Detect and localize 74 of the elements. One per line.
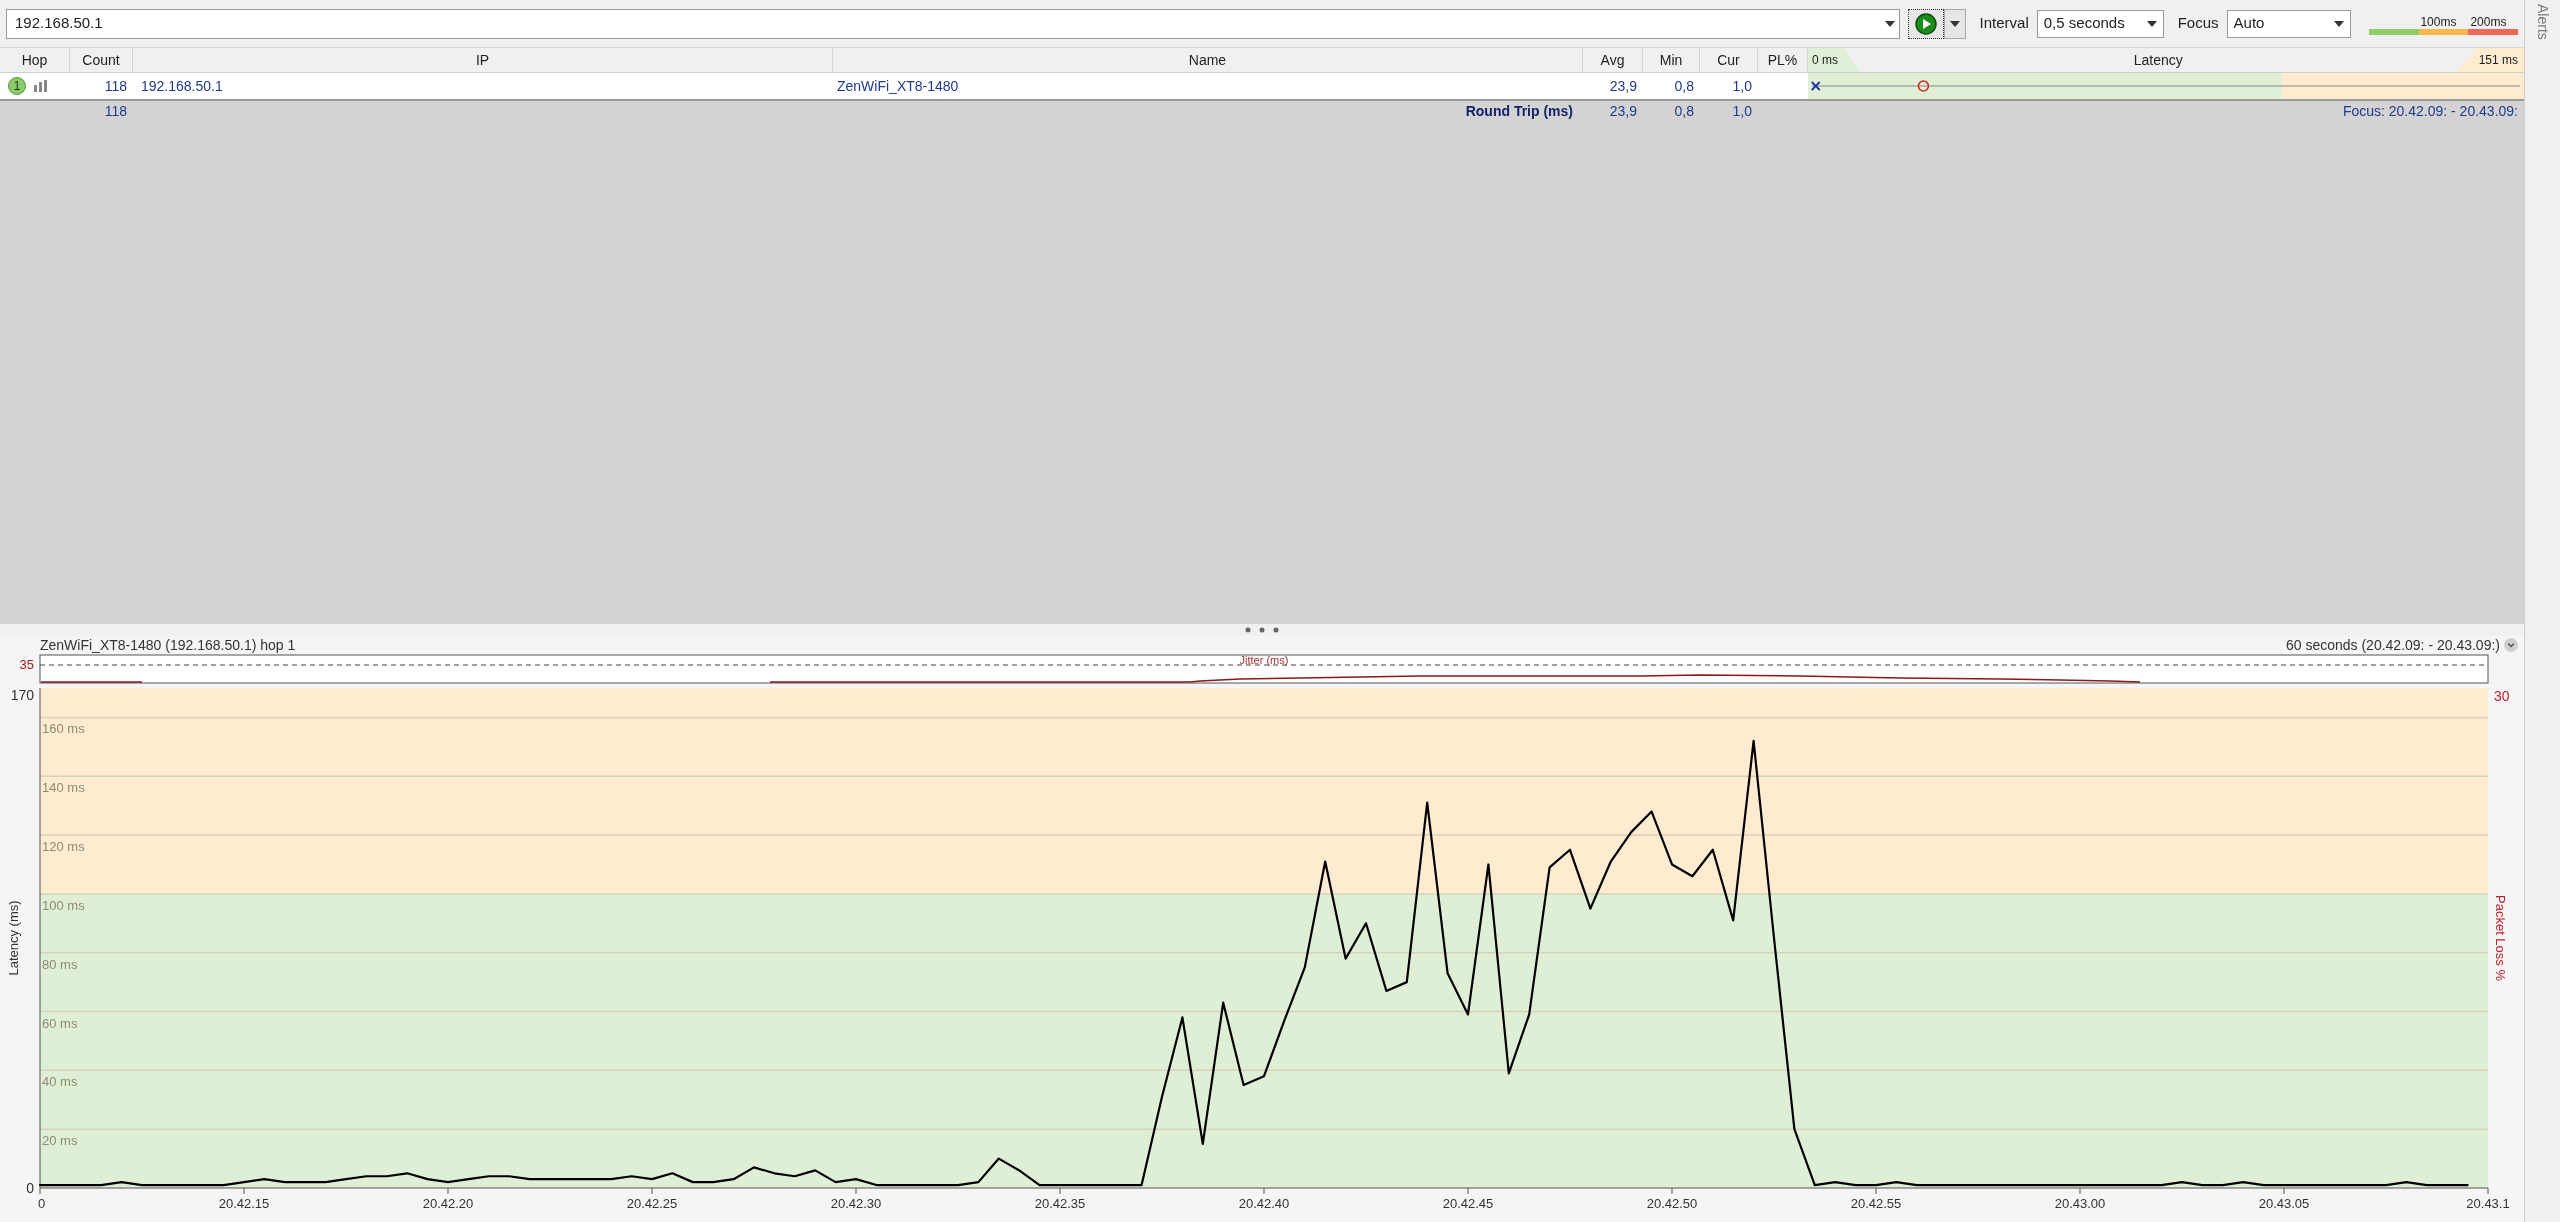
- avg-cell-text: 23,9: [1608, 102, 1638, 121]
- latency-min-label: 0 ms: [1808, 48, 1860, 72]
- column-header[interactable]: Cur: [1700, 48, 1758, 72]
- column-header[interactable]: Name: [833, 48, 1583, 72]
- cur-cell-text: 1,0: [1731, 76, 1753, 96]
- gridline-label: 100 ms: [42, 897, 85, 913]
- y-axis-title: Latency (ms): [6, 900, 21, 976]
- column-header[interactable]: Avg: [1583, 48, 1643, 72]
- focus-select[interactable]: Auto: [2226, 9, 2352, 38]
- x-axis-label: 20.42.45: [1442, 1196, 1494, 1211]
- graph-title: ZenWiFi_XT8-1480 (192.168.50.1) hop 1: [40, 635, 296, 655]
- gridline-label: 40 ms: [42, 1074, 78, 1090]
- min-cell-text: 0,8: [1673, 76, 1695, 96]
- x-axis-label: 20.42.35: [1034, 1196, 1086, 1211]
- threshold-label: 100ms: [2419, 13, 2458, 29]
- gridline-label: 80 ms: [42, 956, 78, 972]
- min-marker-icon: [1810, 81, 1821, 91]
- splitter-grip-icon[interactable]: [1245, 627, 1279, 633]
- x-axis-label: 20.42.55: [1850, 1196, 1902, 1211]
- dropdown-arrow-icon[interactable]: [1884, 20, 1895, 27]
- gridline-label: 120 ms: [42, 839, 85, 855]
- column-header[interactable]: Min: [1643, 48, 1700, 72]
- dropdown-arrow-icon: [2146, 20, 2157, 27]
- y-axis-min-label: 0: [26, 1180, 34, 1196]
- gridline-label: 60 ms: [42, 1015, 78, 1031]
- focus-label: Focus: [2177, 13, 2219, 34]
- time-range-label: 60 seconds (20.42.09: - 20.43.09:): [2285, 635, 2500, 655]
- alerts-tab[interactable]: Alerts: [2532, 4, 2553, 40]
- caret-icon: [1949, 20, 1960, 27]
- x-axis-label: 20.43.05: [2258, 1196, 2310, 1211]
- x-axis-label: 20.42.15: [218, 1196, 270, 1211]
- x-axis-label: 20.42.20: [422, 1196, 474, 1211]
- play-icon: [1914, 12, 1937, 35]
- play-button[interactable]: [1907, 8, 1944, 39]
- x-axis-label: 0: [38, 1196, 46, 1211]
- x-axis-label: 20.43.1: [2466, 1196, 2510, 1211]
- column-header[interactable]: IP: [133, 48, 833, 72]
- cur-cell-text: 1,0: [1731, 102, 1753, 121]
- chevron-down-icon[interactable]: [2504, 638, 2518, 652]
- x-axis-label: 20.42.25: [626, 1196, 678, 1211]
- name-cell-text: ZenWiFi_XT8-1480: [836, 76, 960, 96]
- interval-select[interactable]: 0,5 seconds: [2036, 9, 2164, 38]
- hop-badge: 1: [8, 77, 26, 95]
- min-cell-text: 0,8: [1673, 102, 1695, 121]
- focus-range-text: Focus: 20.42.09: - 20.43.09:: [2341, 102, 2519, 121]
- x-axis-label: 20.43.00: [2054, 1196, 2106, 1211]
- column-header[interactable]: Count: [70, 48, 133, 72]
- column-header[interactable]: Latency: [2133, 49, 2183, 71]
- gridline-label: 160 ms: [42, 721, 85, 737]
- x-axis-label: 20.42.30: [830, 1196, 882, 1211]
- interval-label: Interval: [1979, 13, 2029, 34]
- y-axis-max-label: 170: [10, 687, 34, 703]
- jitter-max-label: 35: [19, 657, 34, 672]
- loss-axis-title: Packet Loss %: [2493, 895, 2508, 981]
- play-options-button[interactable]: [1943, 8, 1966, 39]
- avg-marker-icon: [1917, 80, 1930, 92]
- latency-max-label: 151 ms: [2456, 48, 2524, 72]
- x-axis-label: 20.42.50: [1646, 1196, 1698, 1211]
- count-cell-text: 118: [103, 102, 128, 121]
- gridline-label: 140 ms: [42, 780, 85, 796]
- avg-cell-text: 23,9: [1608, 76, 1638, 96]
- ip-cell-text: 192.168.50.1: [140, 76, 224, 96]
- threshold-label: 200ms: [2469, 13, 2508, 29]
- round-trip-label: Round Trip (ms): [1464, 102, 1574, 121]
- count-cell-text: 118: [103, 76, 128, 96]
- table-row[interactable]: 1 118 192.168.50.1 ZenWiFi_XT8-1480 23,9 0,8 1,0: [0, 73, 2524, 99]
- target-field[interactable]: 192.168.50.1: [6, 8, 1900, 39]
- dropdown-arrow-icon: [2334, 20, 2345, 27]
- loss-axis-label: 30: [2494, 688, 2510, 704]
- gridline-label: 20 ms: [42, 1133, 78, 1149]
- bar-chart-icon[interactable]: [34, 80, 48, 92]
- jitter-title: Jitter (ms): [1239, 654, 1289, 666]
- column-header[interactable]: Hop: [0, 48, 70, 72]
- x-axis-label: 20.42.40: [1238, 1196, 1290, 1211]
